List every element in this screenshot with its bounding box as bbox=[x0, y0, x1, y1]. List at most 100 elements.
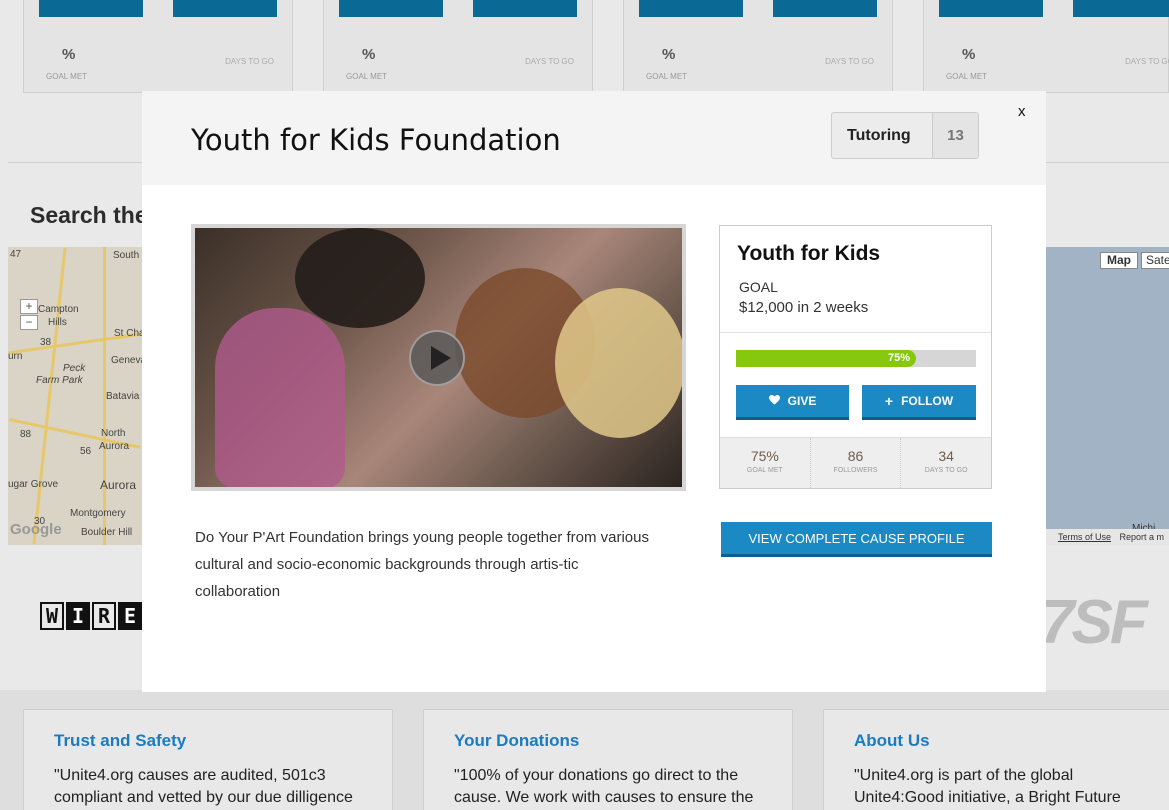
google-logo: Google bbox=[10, 521, 62, 538]
card-divider bbox=[720, 332, 991, 333]
close-button[interactable]: x bbox=[1018, 103, 1026, 120]
map-label: 38 bbox=[40, 337, 52, 348]
bg-card-percent: % bbox=[962, 46, 976, 63]
category-tag-count: 13 bbox=[932, 113, 978, 158]
cause-description: Do Your P'Art Foundation brings young pe… bbox=[195, 529, 649, 600]
map-label: Geneva bbox=[111, 355, 142, 366]
footer-text: "Unite4.org causes are audited, 501c3 co… bbox=[54, 767, 353, 806]
video-thumbnail bbox=[295, 228, 425, 328]
bg-card-button bbox=[773, 0, 877, 17]
map-type-map-button[interactable]: Map bbox=[1100, 252, 1138, 269]
map-label: urn bbox=[8, 351, 23, 362]
stat-goal-met: 75% GOAL MET bbox=[720, 438, 810, 488]
bg-card-goal-met: GOAL MET bbox=[346, 72, 388, 81]
wired-letter: E bbox=[118, 602, 142, 630]
stat-days-to-go: 34 DAYS TO GO bbox=[900, 438, 991, 488]
stat-value: 86 bbox=[847, 448, 864, 464]
plus-icon: + bbox=[884, 393, 894, 409]
footer-column: Your Donations "100% of your donations g… bbox=[423, 709, 793, 810]
stat-value: 34 bbox=[938, 448, 954, 464]
map-label: Aurora bbox=[100, 478, 137, 492]
cause-stats: 75% GOAL MET 86 FOLLOWERS 34 DAYS TO GO bbox=[720, 437, 991, 488]
map-type-satellite-button[interactable]: Sate bbox=[1141, 252, 1169, 269]
bg-map: + − 47 South Campton Hills St Charl 38 u… bbox=[8, 247, 142, 545]
map-label: Peck bbox=[63, 363, 86, 374]
footer-heading[interactable]: About Us bbox=[854, 731, 1139, 751]
map-label: Farm Park bbox=[36, 375, 83, 386]
bg-card-goal-met: GOAL MET bbox=[46, 72, 88, 81]
bg-card-button bbox=[639, 0, 743, 17]
map-label: South bbox=[113, 250, 140, 261]
category-tag-label: Tutoring bbox=[847, 127, 911, 144]
map-label: 56 bbox=[80, 446, 92, 457]
play-icon[interactable] bbox=[409, 330, 465, 386]
map-report-link[interactable]: Report a m bbox=[1120, 532, 1165, 542]
stat-label: DAYS TO GO bbox=[924, 467, 968, 474]
goal-label: GOAL bbox=[739, 279, 778, 295]
bg-card-percent: % bbox=[362, 46, 376, 63]
map-zoom-in-button[interactable]: + bbox=[20, 299, 38, 314]
map-label: 47 bbox=[10, 249, 22, 260]
footer-heading[interactable]: Trust and Safety bbox=[54, 731, 362, 751]
modal-title: Youth for Kids Foundation bbox=[191, 123, 561, 157]
map-label: Hills bbox=[48, 317, 67, 328]
goal-value: $12,000 in 2 weeks bbox=[739, 299, 869, 316]
map-label: Aurora bbox=[99, 441, 130, 452]
bg-card-button bbox=[39, 0, 143, 17]
map-label: Batavia bbox=[106, 391, 140, 402]
modal-header: Youth for Kids Foundation Tutoring 13 x bbox=[142, 91, 1046, 185]
map-label: North bbox=[101, 428, 126, 439]
cause-modal: Youth for Kids Foundation Tutoring 13 x … bbox=[142, 91, 1046, 692]
bg-card-button bbox=[339, 0, 443, 17]
sf-logo: 7SF bbox=[1040, 588, 1148, 657]
bg-card-button bbox=[1073, 0, 1169, 17]
cause-name: Youth for Kids bbox=[737, 242, 881, 265]
bg-card-days-to-go: DAYS TO GO bbox=[825, 57, 874, 66]
bg-search-heading: Search the bbox=[30, 202, 148, 228]
map-terms-link[interactable]: Terms of Use bbox=[1058, 532, 1111, 542]
bg-card-days-to-go: DAYS TO GO bbox=[225, 57, 274, 66]
progress-fill: 75% bbox=[736, 350, 916, 367]
bg-cause-card: % GOAL MET DAYS TO GO bbox=[623, 0, 893, 93]
map-label: ugar Grove bbox=[8, 479, 59, 490]
stat-value: 75% bbox=[750, 448, 779, 464]
map-terms-bar: Terms of Use Report a m bbox=[1046, 529, 1169, 545]
footer: Trust and Safety "Unite4.org causes are … bbox=[0, 690, 1169, 810]
cause-summary-card: Youth for Kids GOAL $12,000 in 2 weeks 7… bbox=[719, 225, 992, 489]
video-thumbnail bbox=[555, 288, 682, 438]
category-tag[interactable]: Tutoring 13 bbox=[831, 112, 979, 159]
bg-card-button bbox=[939, 0, 1043, 17]
progress-bar: 75% bbox=[736, 350, 976, 367]
wired-letter: I bbox=[66, 602, 90, 630]
footer-column: Trust and Safety "Unite4.org causes are … bbox=[23, 709, 393, 810]
map-label: Boulder Hill bbox=[81, 527, 133, 538]
footer-heading[interactable]: Your Donations bbox=[454, 731, 762, 751]
video-thumbnail bbox=[215, 308, 345, 487]
stat-label: GOAL MET bbox=[746, 467, 783, 474]
give-button-label: GIVE bbox=[787, 394, 817, 408]
give-button[interactable]: GIVE bbox=[736, 385, 849, 420]
bg-cause-card: % GOAL MET DAYS TO GO bbox=[23, 0, 293, 93]
bg-card-days-to-go: DAYS TO GO bbox=[525, 57, 574, 66]
map-label: Montgomery bbox=[70, 508, 126, 519]
wired-letter: R bbox=[92, 602, 116, 630]
progress-text: 75% bbox=[887, 352, 910, 364]
follow-button-label: FOLLOW bbox=[901, 394, 954, 408]
map-zoom-out-button[interactable]: − bbox=[20, 315, 38, 330]
map-label: Campton bbox=[38, 304, 79, 315]
map-label: St Charl bbox=[114, 328, 142, 339]
bg-card-days-to-go: DAYS TO GO bbox=[1125, 57, 1169, 66]
view-profile-button[interactable]: VIEW COMPLETE CAUSE PROFILE bbox=[721, 522, 992, 557]
wired-letter: W bbox=[40, 602, 64, 630]
footer-text: "Unite4.org is part of the global Unite4… bbox=[854, 767, 1121, 806]
stat-followers: 86 FOLLOWERS bbox=[809, 438, 901, 488]
follow-button[interactable]: + FOLLOW bbox=[862, 385, 976, 420]
bg-card-goal-met: GOAL MET bbox=[646, 72, 688, 81]
heart-icon bbox=[768, 394, 780, 408]
bg-card-percent: % bbox=[62, 46, 76, 63]
bg-cause-card: % GOAL MET DAYS TO GO bbox=[323, 0, 593, 93]
bg-cause-card: % GOAL MET DAYS TO GO bbox=[923, 0, 1169, 93]
bg-card-percent: % bbox=[662, 46, 676, 63]
video-player[interactable] bbox=[191, 224, 686, 491]
bg-card-button bbox=[173, 0, 277, 17]
